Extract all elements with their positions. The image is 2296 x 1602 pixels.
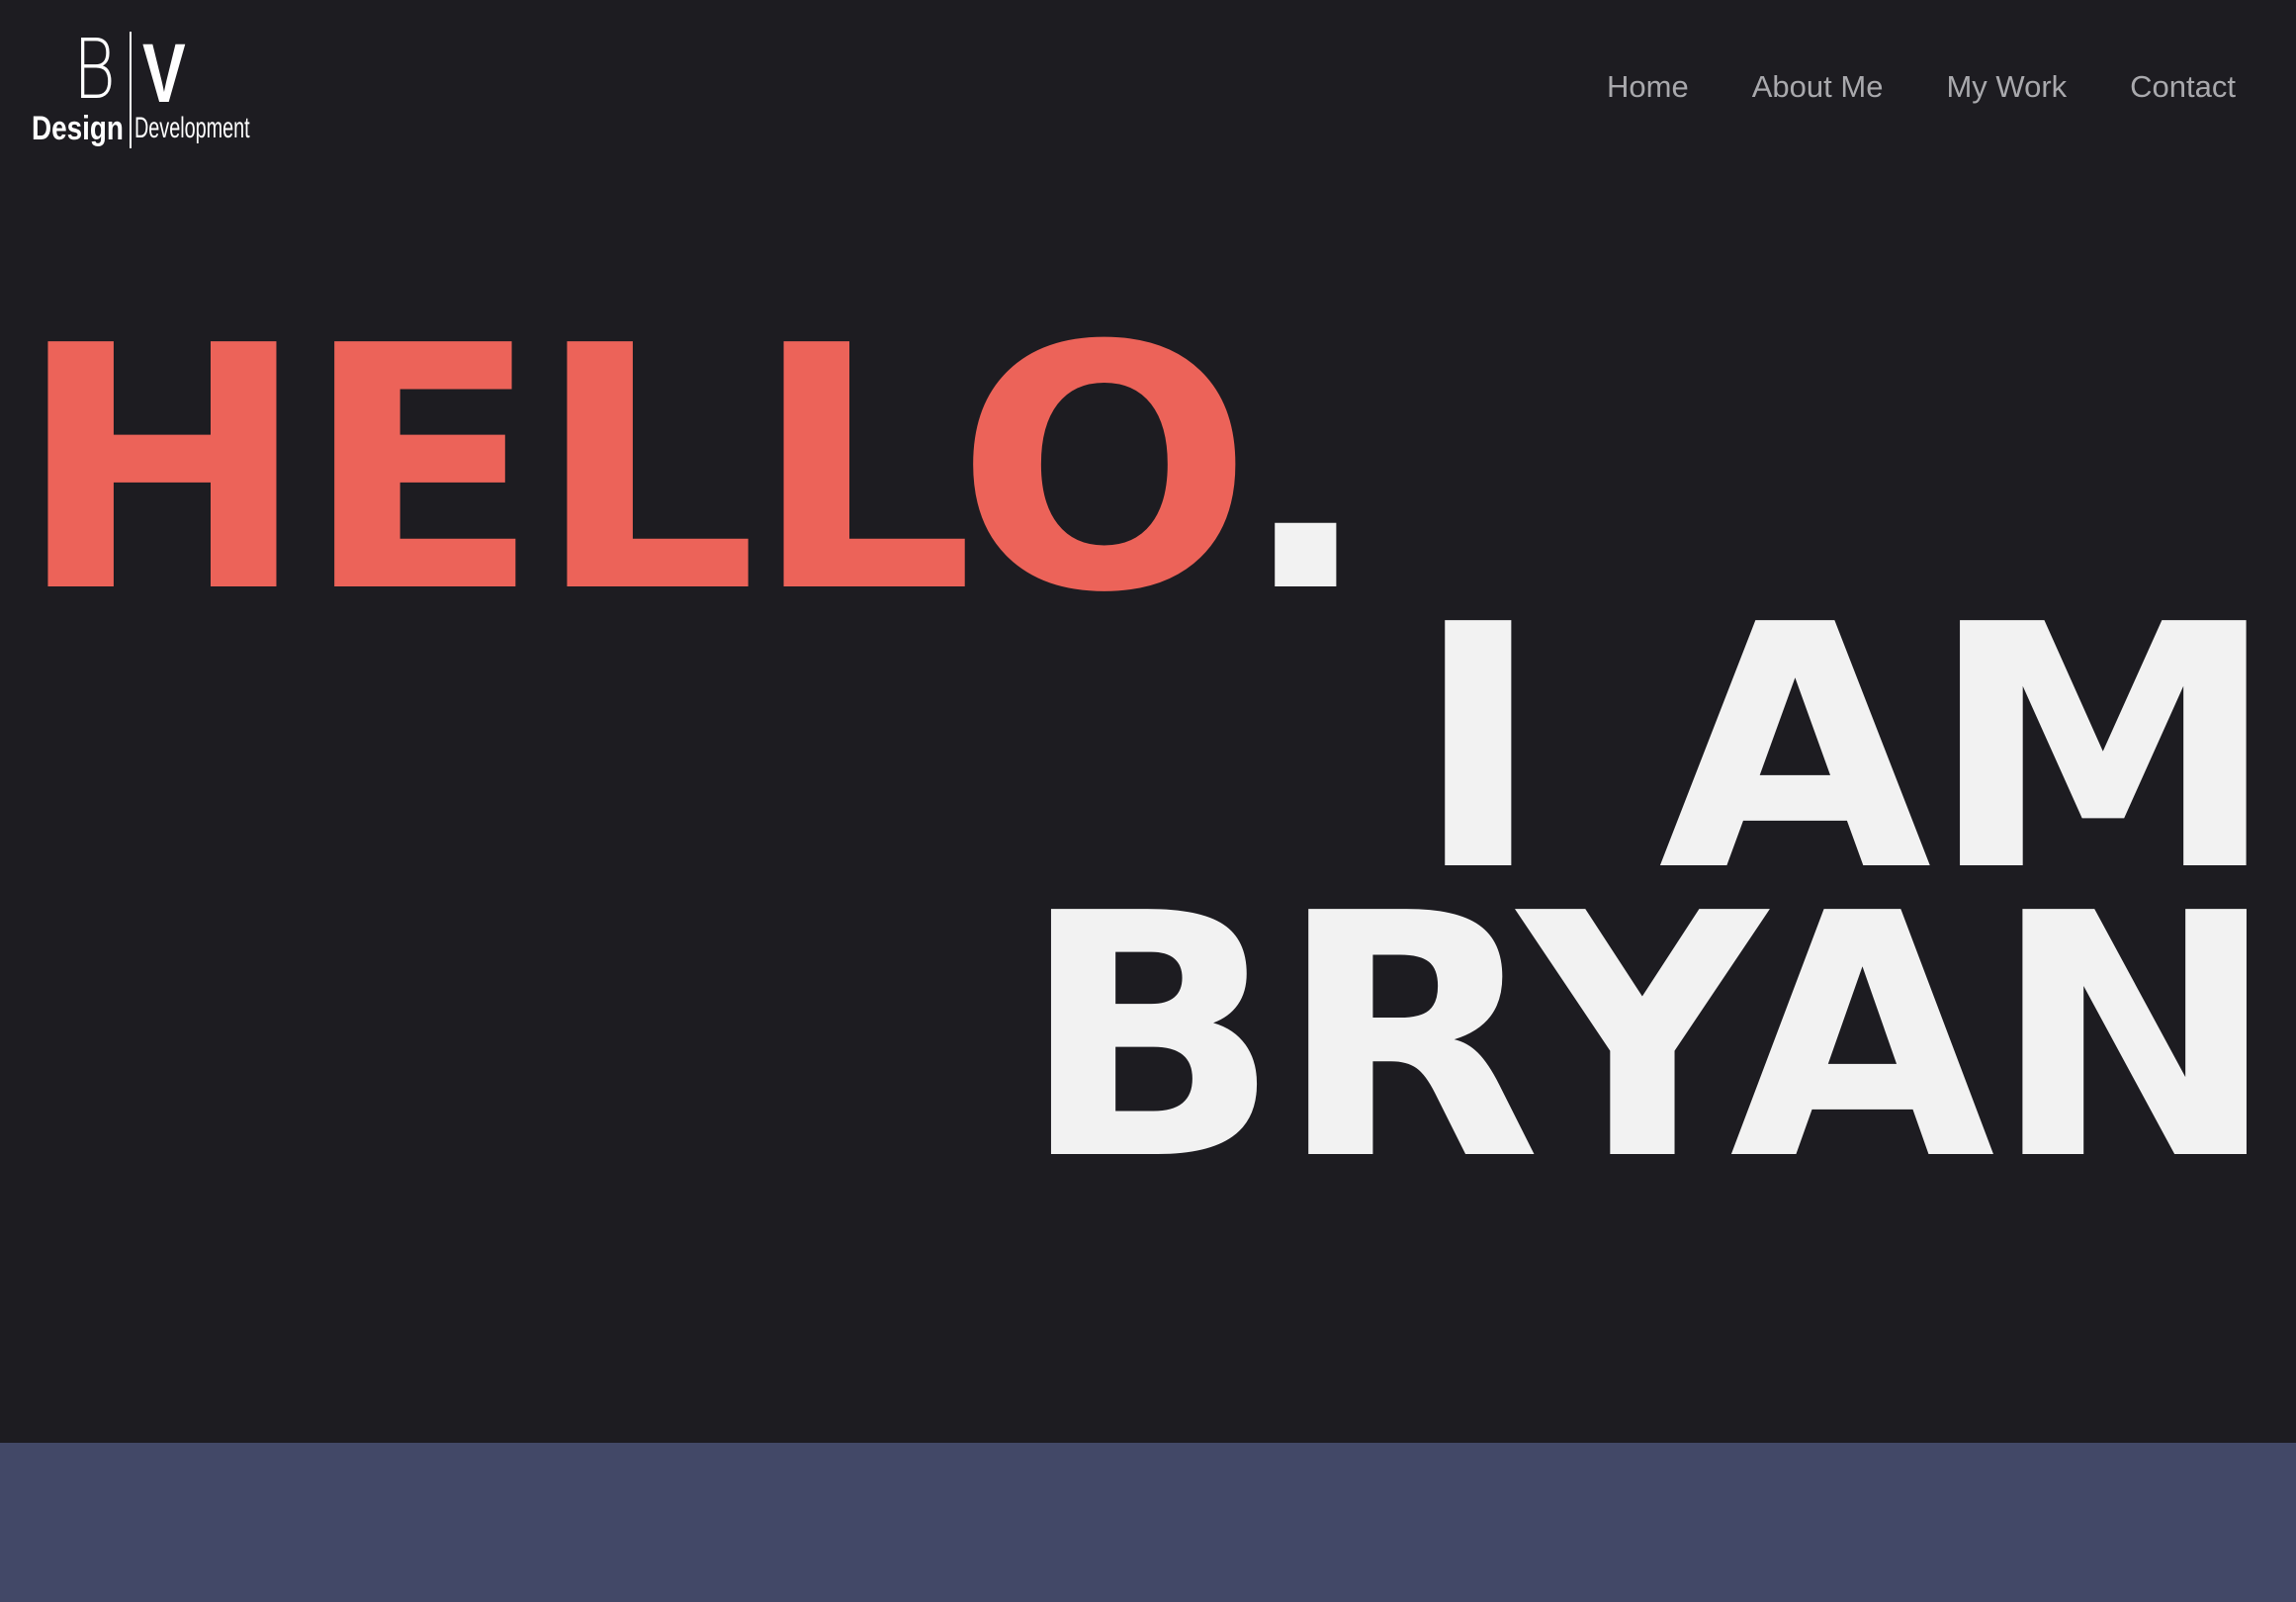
nav-contact-link[interactable]: Contact — [2130, 63, 2236, 111]
hero-hello-period: . — [1239, 275, 1371, 667]
hero-name-line: BRYAN — [1019, 843, 2278, 1234]
hero-greeting: HELLO. — [16, 303, 1371, 639]
logo-word-development: Development — [134, 112, 250, 144]
logo-divider — [130, 32, 132, 148]
logo-letter-v: V — [142, 27, 186, 120]
logo-word-design: Design — [32, 110, 124, 147]
nav-about-me-link[interactable]: About Me — [1752, 63, 1884, 111]
main-nav: Home About Me My Work Contact — [1607, 63, 2236, 111]
nav-my-work-link[interactable]: My Work — [1946, 63, 2067, 111]
hero-hello-word: HELLO — [16, 275, 1245, 667]
nav-home-link[interactable]: Home — [1607, 63, 1689, 111]
brand-logo[interactable]: B V Design Development — [30, 21, 250, 150]
logo-letter-b: B — [73, 21, 116, 118]
next-section-band — [0, 1443, 2296, 1602]
hero-section: B V Design Development Home About Me My … — [0, 0, 2296, 1443]
